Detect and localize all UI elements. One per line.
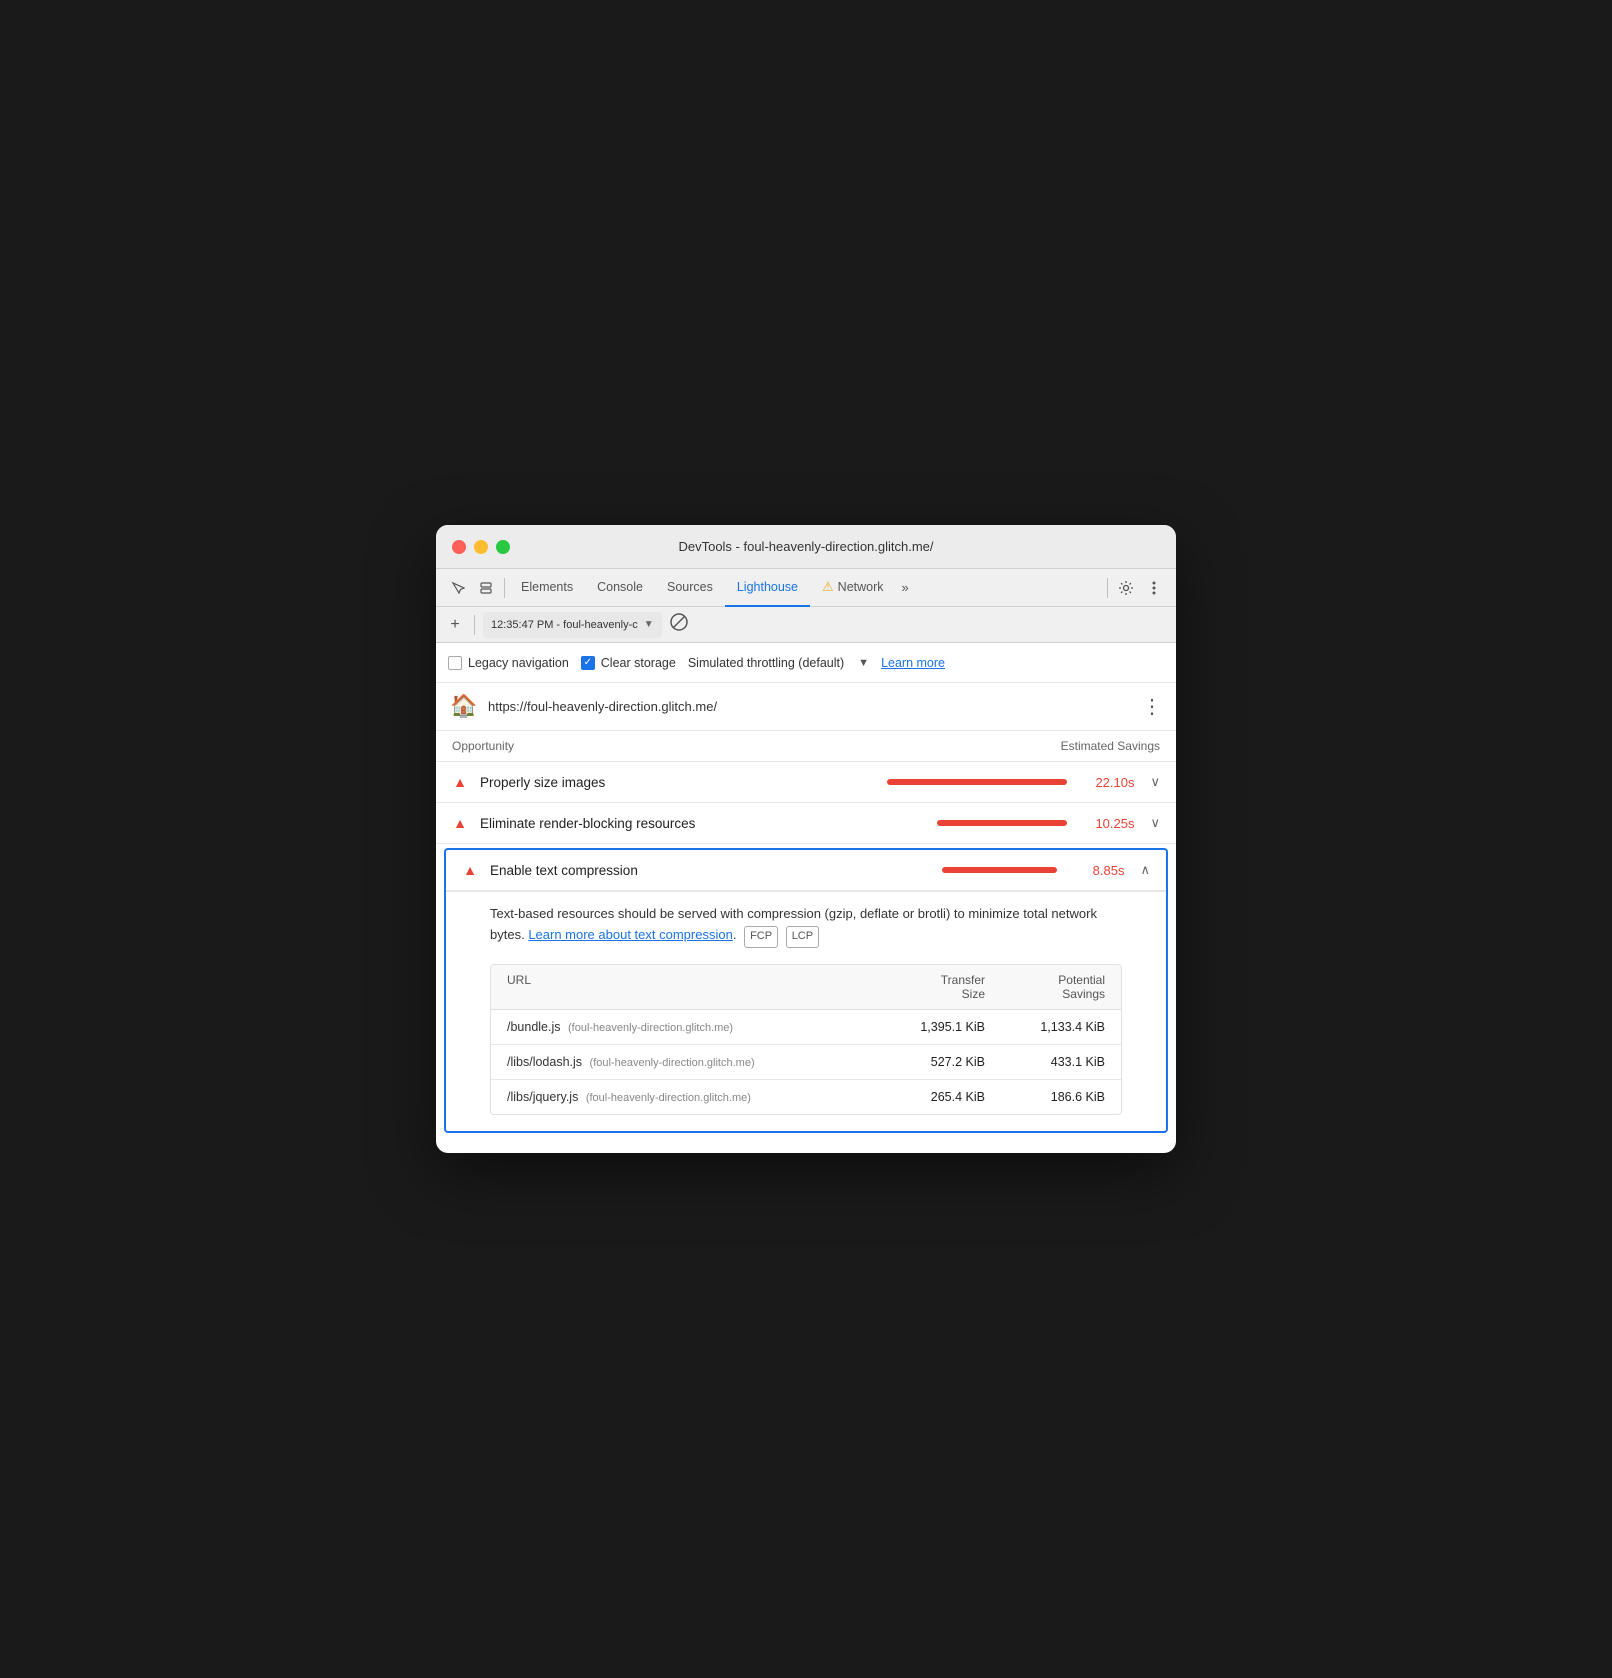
learn-more-text-compression-link[interactable]: Learn more about text compression (528, 927, 733, 942)
compression-data-table: URL TransferSize PotentialSavings /bundl… (490, 964, 1122, 1115)
audit-bar-2 (937, 820, 1067, 826)
table-cell-url-3: /libs/jquery.js (foul-heavenly-direction… (507, 1090, 865, 1104)
audit-warning-icon-1: ▲ (452, 774, 468, 790)
clear-storage-label: Clear storage (601, 656, 676, 670)
audit-chevron-down-1: ∨ (1150, 774, 1160, 790)
table-cell-savings-1: 1,133.4 KiB (985, 1020, 1105, 1034)
audit-savings-3: 8.85s (1069, 863, 1124, 878)
traffic-lights (452, 540, 510, 554)
audit-expanded-content-3: Text-based resources should be served wi… (446, 891, 1166, 1130)
audit-header: Opportunity Estimated Savings (436, 731, 1176, 762)
tab-more-button[interactable]: » (896, 569, 915, 607)
audit-savings-2: 10.25s (1079, 816, 1134, 831)
audit-item-properly-size-images[interactable]: ▲ Properly size images 22.10s ∨ (436, 762, 1176, 803)
table-cell-savings-3: 186.6 KiB (985, 1090, 1105, 1104)
audit-title-2: Eliminate render-blocking resources (480, 816, 925, 831)
table-cell-transfer-2: 527.2 KiB (865, 1055, 985, 1069)
audit-title-1: Properly size images (480, 775, 875, 790)
legacy-navigation-option[interactable]: Legacy navigation (448, 656, 569, 670)
col-header-transfer-size: TransferSize (865, 973, 985, 1001)
domain-value-3: (foul-heavenly-direction.glitch.me) (586, 1092, 751, 1104)
table-cell-transfer-1: 1,395.1 KiB (865, 1020, 985, 1034)
address-bar: + 12:35:47 PM - foul-heavenly-c ▼ (436, 607, 1176, 643)
url-more-icon[interactable]: ⋮ (1142, 694, 1162, 719)
url-bar: 🏠 https://foul-heavenly-direction.glitch… (436, 683, 1176, 731)
layers-icon[interactable] (472, 574, 500, 602)
page-url: https://foul-heavenly-direction.glitch.m… (488, 699, 717, 714)
audit-bar-container-2: 10.25s ∨ (937, 815, 1160, 831)
estimated-savings-label: Estimated Savings (1061, 739, 1160, 753)
clear-storage-option[interactable]: ✓ Clear storage (581, 656, 676, 670)
address-divider (474, 615, 475, 635)
audit-item-eliminate-render-blocking[interactable]: ▲ Eliminate render-blocking resources 10… (436, 803, 1176, 844)
col-header-url: URL (507, 973, 865, 1001)
toolbar: Elements Console Sources Lighthouse ⚠ Ne… (436, 569, 1176, 607)
audit-warning-icon-2: ▲ (452, 815, 468, 831)
audit-savings-1: 22.10s (1079, 775, 1134, 790)
throttling-label: Simulated throttling (default) (688, 656, 844, 670)
lighthouse-logo-icon: 🏠 (450, 693, 478, 721)
clear-storage-checkbox[interactable]: ✓ (581, 656, 595, 670)
network-warning-icon: ⚠ (822, 579, 834, 595)
window-title: DevTools - foul-heavenly-direction.glitc… (678, 539, 933, 554)
description-text-after: . (733, 927, 737, 942)
audit-bar-1 (887, 779, 1067, 785)
title-bar: DevTools - foul-heavenly-direction.glitc… (436, 525, 1176, 569)
new-tab-button[interactable]: + (444, 614, 466, 636)
minimize-button[interactable] (474, 540, 488, 554)
audit-chevron-up-3: ∧ (1140, 862, 1150, 878)
audit-item-enable-text-compression[interactable]: ▲ Enable text compression 8.85s ∧ Text-b… (444, 848, 1168, 1132)
tab-bar: Elements Console Sources Lighthouse ⚠ Ne… (509, 569, 1103, 607)
table-cell-url-1: /bundle.js (foul-heavenly-direction.glit… (507, 1020, 865, 1034)
url-value-1: /bundle.js (507, 1020, 561, 1034)
learn-more-link[interactable]: Learn more (881, 656, 945, 670)
fcp-badge: FCP (744, 926, 778, 948)
settings-icon[interactable] (1112, 574, 1140, 602)
legacy-navigation-checkbox[interactable] (448, 656, 462, 670)
tab-console[interactable]: Console (585, 569, 655, 607)
col-header-potential-savings: PotentialSavings (985, 973, 1105, 1001)
throttle-arrow-icon[interactable]: ▼ (858, 657, 869, 669)
toolbar-divider (504, 578, 505, 598)
tab-elements[interactable]: Elements (509, 569, 585, 607)
tab-network[interactable]: ⚠ Network (810, 569, 896, 607)
lcp-badge: LCP (786, 926, 819, 948)
session-selector[interactable]: 12:35:47 PM - foul-heavenly-c ▼ (483, 612, 662, 638)
table-cell-url-2: /libs/lodash.js (foul-heavenly-direction… (507, 1055, 865, 1069)
table-cell-savings-2: 433.1 KiB (985, 1055, 1105, 1069)
table-header-row: URL TransferSize PotentialSavings (491, 965, 1121, 1010)
session-label: 12:35:47 PM - foul-heavenly-c (491, 619, 638, 631)
audit-title-3: Enable text compression (490, 863, 930, 878)
table-row: /libs/lodash.js (foul-heavenly-direction… (491, 1045, 1121, 1080)
tab-sources[interactable]: Sources (655, 569, 725, 607)
audit-chevron-down-2: ∨ (1150, 815, 1160, 831)
block-icon[interactable] (670, 613, 688, 636)
audit-description-3: Text-based resources should be served wi… (490, 904, 1122, 947)
more-vert-icon[interactable] (1140, 574, 1168, 602)
bottom-padding (436, 1137, 1176, 1153)
url-value-2: /libs/lodash.js (507, 1055, 582, 1069)
maximize-button[interactable] (496, 540, 510, 554)
options-bar: Legacy navigation ✓ Clear storage Simula… (436, 643, 1176, 683)
legacy-navigation-label: Legacy navigation (468, 656, 569, 670)
audit-bar-3 (942, 867, 1057, 873)
audit-warning-icon-3: ▲ (462, 862, 478, 878)
url-bar-left: 🏠 https://foul-heavenly-direction.glitch… (450, 693, 717, 721)
domain-value-1: (foul-heavenly-direction.glitch.me) (568, 1022, 733, 1034)
audit-item-header-3[interactable]: ▲ Enable text compression 8.85s ∧ (446, 850, 1166, 891)
table-cell-transfer-3: 265.4 KiB (865, 1090, 985, 1104)
audit-bar-container-3: 8.85s ∧ (942, 862, 1150, 878)
toolbar-divider-2 (1107, 578, 1108, 598)
opportunity-label: Opportunity (452, 739, 514, 753)
close-button[interactable] (452, 540, 466, 554)
tab-lighthouse[interactable]: Lighthouse (725, 569, 810, 607)
url-value-3: /libs/jquery.js (507, 1090, 578, 1104)
domain-value-2: (foul-heavenly-direction.glitch.me) (590, 1057, 755, 1069)
devtools-window: DevTools - foul-heavenly-direction.glitc… (436, 525, 1176, 1152)
session-arrow-icon: ▼ (644, 619, 654, 630)
audit-bar-container-1: 22.10s ∨ (887, 774, 1160, 790)
table-row: /libs/jquery.js (foul-heavenly-direction… (491, 1080, 1121, 1114)
table-row: /bundle.js (foul-heavenly-direction.glit… (491, 1010, 1121, 1045)
cursor-icon[interactable] (444, 574, 472, 602)
